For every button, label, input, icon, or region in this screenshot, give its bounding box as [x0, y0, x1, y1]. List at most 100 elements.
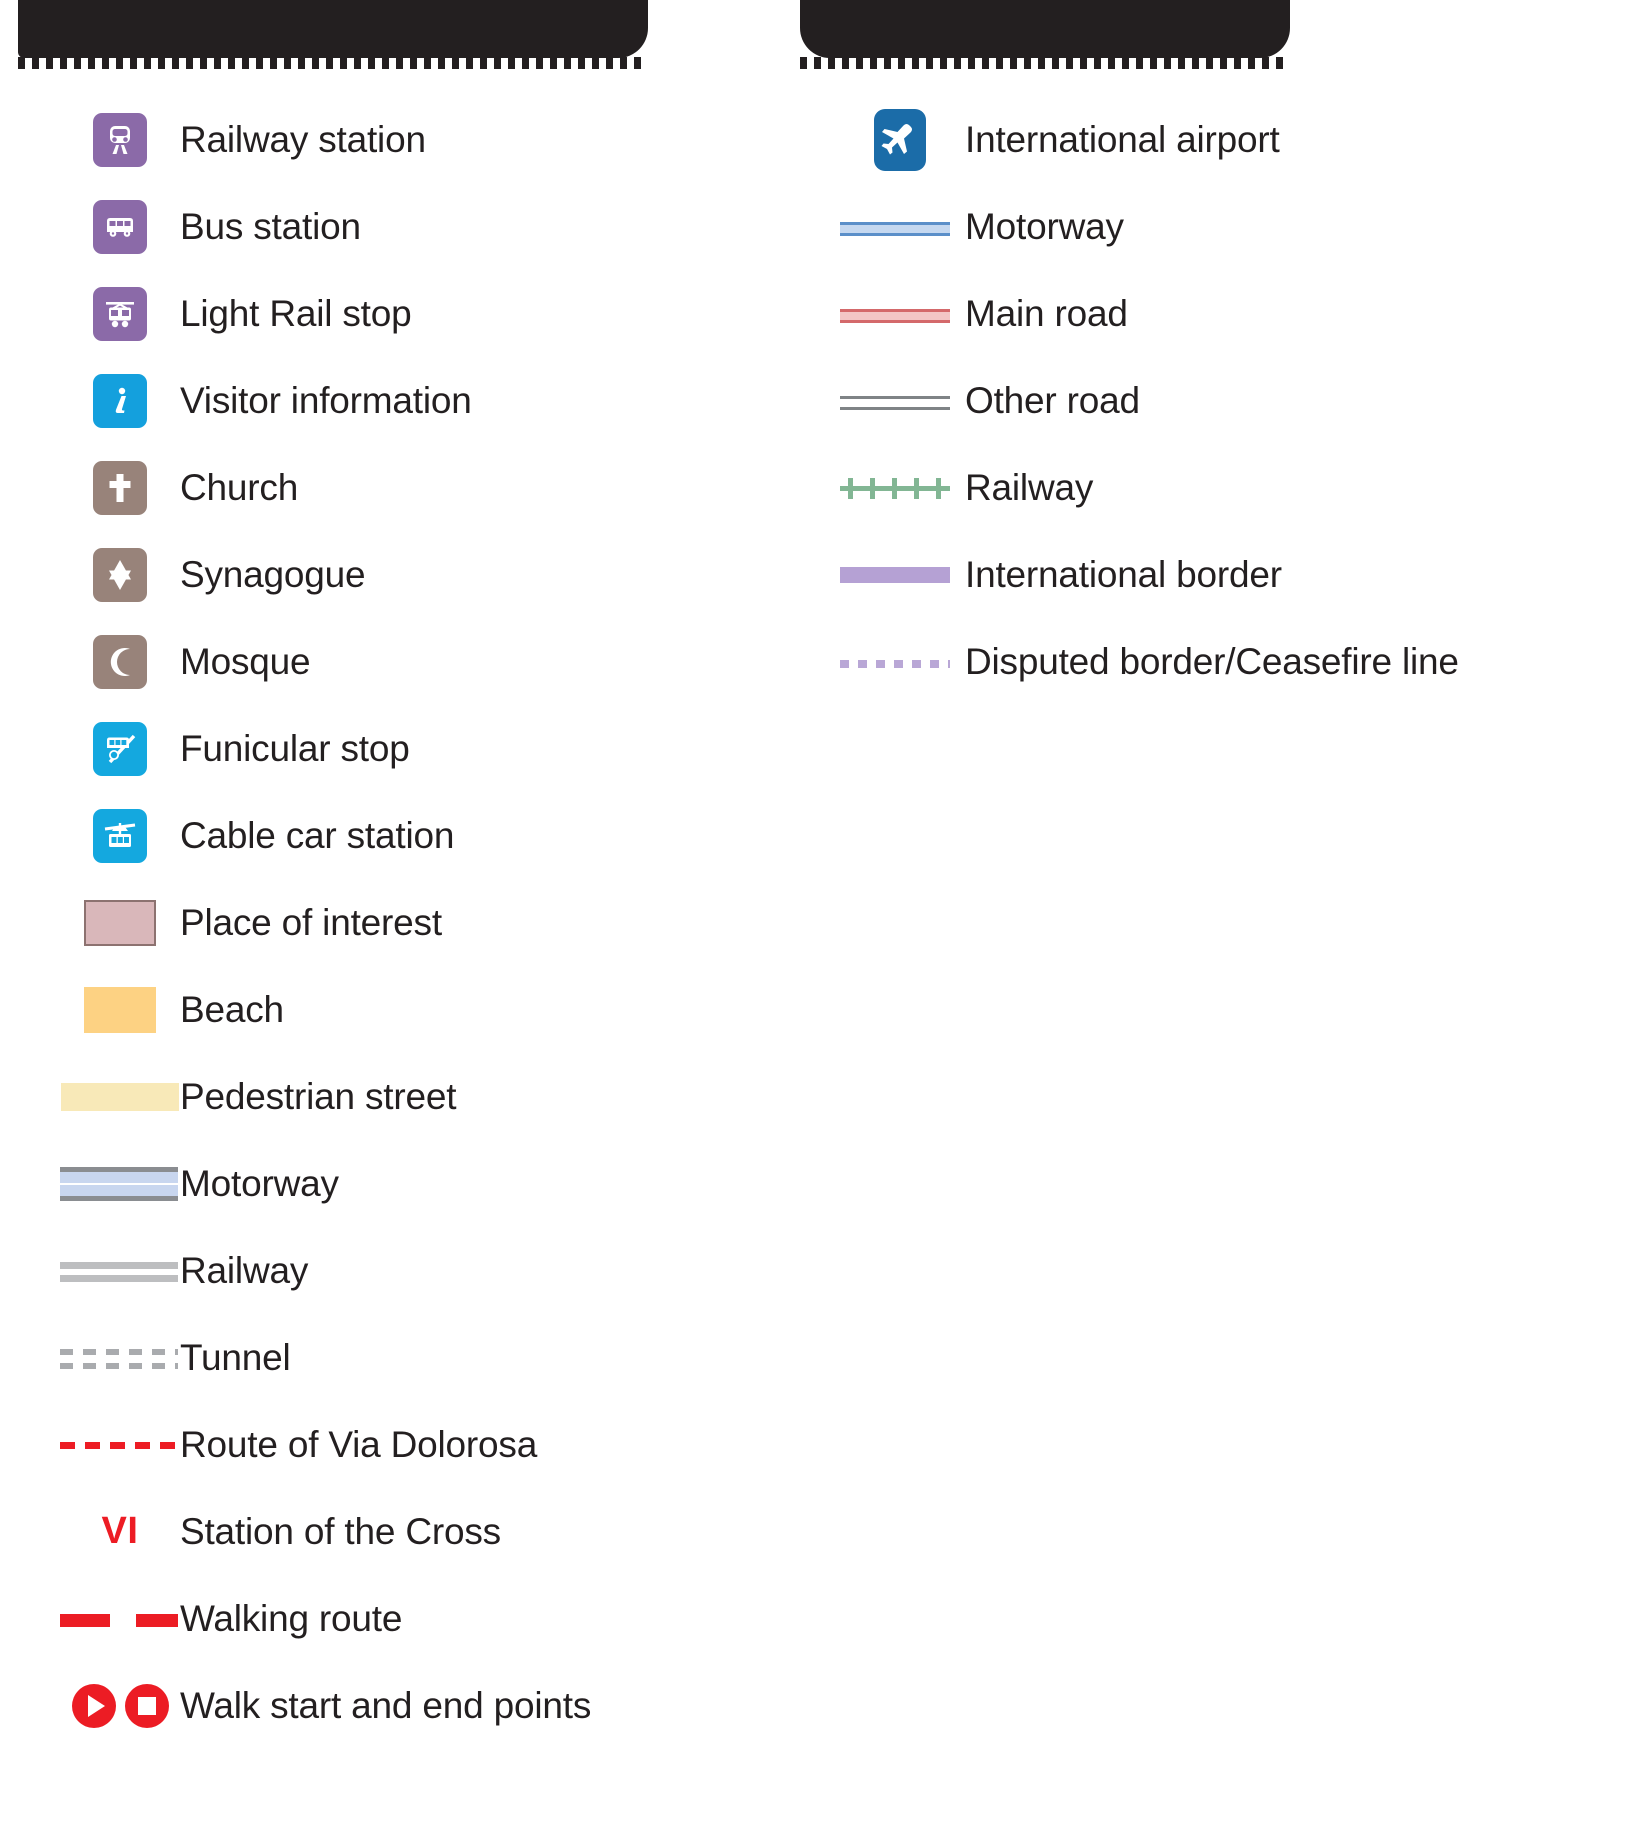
roman-numeral-marker: VI: [101, 1510, 139, 1552]
legend-label: International border: [965, 554, 1282, 595]
main-road-line-swatch: [840, 308, 950, 323]
swatch-railway-left: [60, 1236, 180, 1306]
legend-item-church: Church: [60, 444, 760, 531]
swatch-visitor-information: [60, 366, 180, 436]
disputed-border-dotted-line-swatch: [840, 659, 950, 668]
legend-label: Tunnel: [180, 1337, 291, 1378]
legend-item-synagogue: Synagogue: [60, 531, 760, 618]
legend-item-international-airport: International airport: [835, 96, 1595, 183]
swatch-motorway-right: [835, 192, 965, 262]
legend-label: Station of the Cross: [180, 1511, 501, 1552]
legend-item-mosque: Mosque: [60, 618, 760, 705]
swatch-beach: [60, 975, 180, 1045]
swatch-mosque: [60, 627, 180, 697]
legend-label: Disputed border/Ceasefire line: [965, 641, 1459, 682]
cable-car-icon: [93, 808, 147, 863]
legend-label: International airport: [965, 119, 1280, 160]
swatch-light-rail-stop: [60, 279, 180, 349]
legend-item-walk-points: Walk start and end points: [60, 1662, 760, 1749]
legend-item-funicular-stop: Funicular stop: [60, 705, 760, 792]
legend-item-tunnel: Tunnel: [60, 1314, 760, 1401]
via-dolorosa-dashed-line-swatch: [60, 1441, 178, 1449]
walking-route-dash-swatch: [60, 1613, 178, 1627]
international-border-line-swatch: [840, 566, 950, 583]
place-of-interest-area-swatch: [84, 899, 156, 946]
railway-line-swatch: [840, 477, 950, 499]
legend-label: Light Rail stop: [180, 293, 412, 334]
legend-item-cable-car-station: Cable car station: [60, 792, 760, 879]
legend-label: Place of interest: [180, 902, 442, 943]
swatch-motorway-left: [60, 1149, 180, 1219]
legend-item-station-of-the-cross: VI Station of the Cross: [60, 1488, 760, 1575]
legend-item-visitor-information: Visitor information: [60, 357, 760, 444]
other-road-line-swatch: [840, 395, 950, 410]
swatch-funicular-stop: [60, 714, 180, 784]
tunnel-dashed-line-swatch: [60, 1348, 178, 1369]
airplane-icon: [874, 108, 926, 171]
legend-label: Motorway: [180, 1163, 339, 1204]
cross-icon: [93, 460, 147, 515]
legend-label: Synagogue: [180, 554, 366, 595]
legend-label: Walk start and end points: [180, 1685, 592, 1726]
swatch-railway-station: [60, 105, 180, 175]
legend-label: Bus station: [180, 206, 361, 247]
swatch-other-road: [835, 366, 965, 436]
star-of-david-icon: [93, 547, 147, 602]
crescent-moon-icon: [93, 634, 147, 689]
legend-label: Route of Via Dolorosa: [180, 1424, 538, 1465]
legend-label: Railway station: [180, 119, 426, 160]
legend-item-beach: Beach: [60, 966, 760, 1053]
swatch-tunnel: [60, 1323, 180, 1393]
swatch-international-airport: [835, 105, 965, 175]
information-icon: [93, 373, 147, 428]
swatch-walking-route: [60, 1584, 180, 1654]
bus-station-icon: [93, 199, 147, 254]
swatch-walk-points: [60, 1671, 180, 1741]
swatch-cable-car-station: [60, 801, 180, 871]
motorway-line-swatch: [60, 1166, 178, 1201]
legend-item-pedestrian-street: Pedestrian street: [60, 1053, 760, 1140]
legend-header-bar-right: [800, 0, 1290, 58]
swatch-route-via-dolorosa: [60, 1410, 180, 1480]
legend-label: Mosque: [180, 641, 311, 682]
legend-item-motorway-left: Motorway: [60, 1140, 760, 1227]
legend-item-motorway-right: Motorway: [835, 183, 1595, 270]
legend-header-bar-left: [18, 0, 648, 58]
swatch-bus-station: [60, 192, 180, 262]
swatch-main-road: [835, 279, 965, 349]
swatch-railway-right: [835, 453, 965, 523]
legend-item-railway-right: Railway: [835, 444, 1595, 531]
swatch-synagogue: [60, 540, 180, 610]
railway-station-icon: [93, 112, 147, 167]
swatch-station-of-the-cross: VI: [60, 1497, 180, 1567]
swatch-international-border: [835, 540, 965, 610]
legend-label: Beach: [180, 989, 284, 1030]
swatch-church: [60, 453, 180, 523]
walk-start-point-icon: [71, 1683, 116, 1728]
pedestrian-street-band-swatch: [61, 1082, 179, 1111]
legend-label: Main road: [965, 293, 1128, 334]
legend-item-other-road: Other road: [835, 357, 1595, 444]
legend-label: Other road: [965, 380, 1140, 421]
legend-column-right: International airport Motorway Main road…: [835, 96, 1595, 705]
legend-label: Pedestrian street: [180, 1076, 457, 1117]
legend-label: Church: [180, 467, 299, 508]
swatch-place-of-interest: [60, 888, 180, 958]
legend-label: Motorway: [965, 206, 1124, 247]
legend-item-place-of-interest: Place of interest: [60, 879, 760, 966]
swatch-pedestrian-street: [60, 1062, 180, 1132]
funicular-icon: [93, 721, 147, 776]
beach-area-swatch: [84, 986, 156, 1033]
map-legend-page: Railway station Bus station Light Rail s…: [0, 0, 1642, 1827]
legend-label: Visitor information: [180, 380, 472, 421]
legend-item-main-road: Main road: [835, 270, 1595, 357]
railway-line-swatch: [60, 1261, 178, 1282]
legend-item-bus-station: Bus station: [60, 183, 760, 270]
legend-item-international-border: International border: [835, 531, 1595, 618]
legend-item-disputed-border: Disputed border/Ceasefire line: [835, 618, 1595, 705]
legend-item-railway-left: Railway: [60, 1227, 760, 1314]
light-rail-icon: [93, 286, 147, 341]
walk-end-point-icon: [124, 1683, 169, 1728]
legend-label: Cable car station: [180, 815, 455, 856]
legend-label: Railway: [965, 467, 1094, 508]
